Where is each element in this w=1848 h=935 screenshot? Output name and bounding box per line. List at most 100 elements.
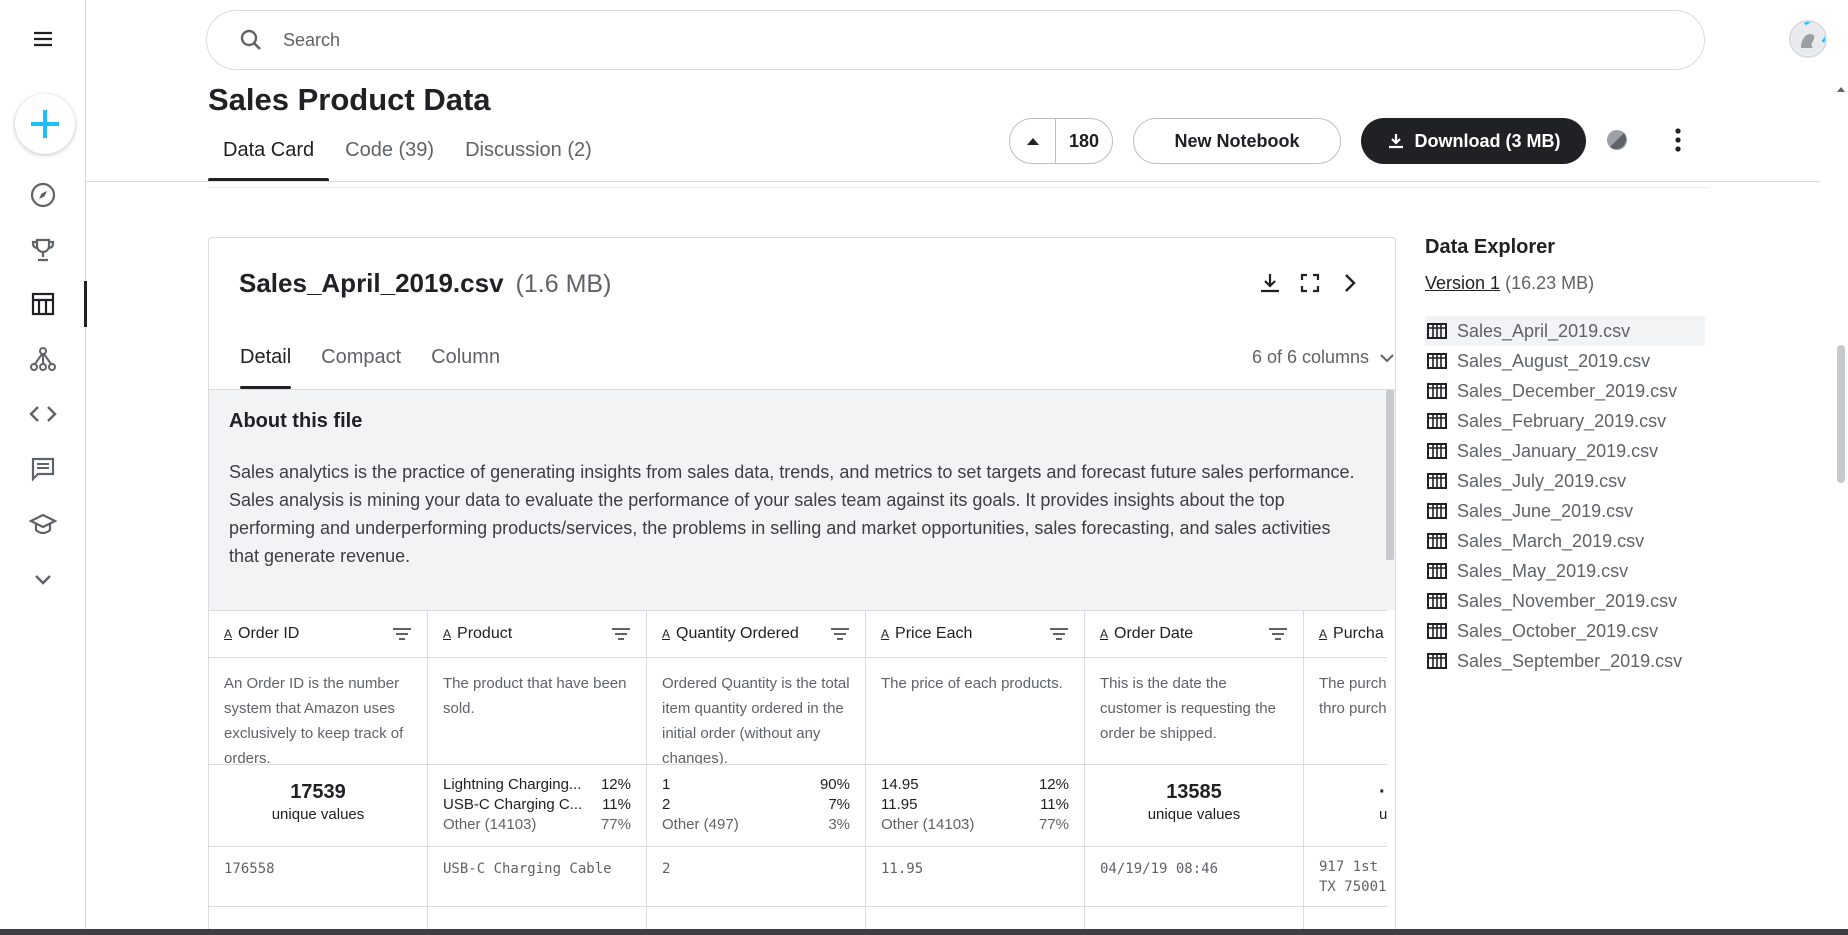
column-product: A Product The product that have been sol… [428,610,647,935]
string-type-icon: A [662,627,671,641]
theme-toggle-button[interactable] [1597,120,1637,160]
tab-discussion[interactable]: Discussion (2) [450,133,607,180]
file-list-item[interactable]: Sales_August_2019.csv [1425,346,1705,376]
column-description: The purch prepared often thro purchasin [1304,658,1387,765]
file-list: Sales_April_2019.csv Sales_August_2019.cs… [1425,316,1705,676]
upvote-count: 180 [1068,130,1100,151]
file-list-item[interactable]: Sales_February_2019.csv [1425,406,1705,436]
file-list-item[interactable]: Sales_June_2019.csv [1425,496,1705,526]
cell-line: 917 1st [1319,859,1379,875]
file-list-item[interactable]: Sales_December_2019.csv [1425,376,1705,406]
about-scrollbar-thumb[interactable] [1386,390,1394,560]
nav-code[interactable] [0,391,86,437]
search-bar[interactable] [206,10,1705,70]
file-list-item-label: Sales_October_2019.csv [1457,620,1659,641]
column-header[interactable]: A Order ID [209,610,427,658]
column-stats: · uni [1304,765,1387,847]
file-list-item[interactable]: Sales_July_2019.csv [1425,466,1705,496]
scroll-up-arrow-icon[interactable] [1834,84,1848,94]
file-list-item-label: Sales_March_2019.csv [1457,530,1645,551]
dist-value: 3% [828,816,850,833]
data-explorer: Data Explorer Version 1 (16.23 MB) Sales… [1425,236,1705,676]
sort-icon[interactable] [830,627,850,641]
column-description: An Order ID is the number system that Am… [209,658,427,765]
avatar-image-icon [1792,23,1824,55]
dist-value: 12% [600,776,631,793]
file-list-item-label: Sales_June_2019.csv [1457,500,1634,521]
file-list-item[interactable]: Sales_November_2019.csv [1425,586,1705,616]
file-list-item[interactable]: Sales_September_2019.csv [1425,646,1705,676]
column-name: Purcha [1333,625,1384,642]
column-header[interactable]: A Product [428,610,646,658]
nav-models[interactable] [0,336,86,382]
page-scrollbar[interactable] [1834,80,1848,925]
tab-detail[interactable]: Detail [225,346,306,389]
trophy-icon [31,238,55,262]
sort-icon[interactable] [392,627,412,641]
column-header[interactable]: A Price Each [866,610,1084,658]
tab-compact[interactable]: Compact [306,346,416,389]
unique-label: uni [1379,806,1387,823]
nav-learn[interactable] [0,502,86,548]
column-count: 6 of 6 columns [1251,347,1369,367]
about-text: Sales analytics is the practice of gener… [229,462,1355,566]
create-button[interactable] [15,94,75,154]
file-heading: Sales_April_2019.csv (1.6 MB) [239,268,611,299]
table-cell: 176558 [209,847,427,907]
csv-table-icon [1427,533,1447,549]
sort-icon[interactable] [611,627,631,641]
file-list-item[interactable]: Sales_March_2019.csv [1425,526,1705,556]
avatar[interactable] [1789,20,1827,58]
dist-key: Other (14103) [443,816,537,833]
file-list-item[interactable]: Sales_May_2019.csv [1425,556,1705,586]
page-scrollbar-thumb[interactable] [1837,345,1845,483]
dist-row: 14.95 12% [881,775,1069,795]
about-scrollbar[interactable] [1385,390,1395,610]
code-icon [29,406,57,422]
collapse-panel-button[interactable] [1335,268,1365,298]
column-description: Ordered Quantity is the total item quant… [647,658,865,765]
dist-row: 2 7% [662,795,850,815]
sort-icon[interactable] [1268,627,1288,641]
left-navigation-rail [0,0,87,935]
column-description: The price of each products. [866,658,1084,765]
fullscreen-button[interactable] [1295,268,1325,298]
nav-home[interactable] [0,172,86,218]
file-list-item-label: Sales_January_2019.csv [1457,440,1659,461]
dist-key: 14.95 [881,776,919,793]
dist-value: 77% [1038,816,1069,833]
sort-icon[interactable] [1049,627,1069,641]
file-list-item[interactable]: Sales_April_2019.csv [1425,316,1705,346]
tab-code[interactable]: Code (39) [330,133,449,180]
column-header[interactable]: A Purcha [1304,610,1387,658]
download-button[interactable]: Download (3 MB) [1361,118,1586,164]
tab-data-card[interactable]: Data Card [208,133,330,182]
nav-competitions[interactable] [0,227,86,273]
column-selector[interactable]: 6 of 6 columns [1252,347,1395,368]
about-file-section: About this file Sales analytics is the p… [209,390,1387,610]
file-list-item[interactable]: Sales_October_2019.csv [1425,616,1705,646]
nav-datasets[interactable] [0,281,87,327]
dist-row: 11.95 11% [881,795,1069,815]
file-download-button[interactable] [1255,268,1285,298]
nav-discussions[interactable] [0,446,86,492]
dist-row: Other (14103) 77% [881,815,1069,835]
column-stats: 13585 unique values [1085,765,1303,847]
search-icon [240,29,261,50]
nav-more[interactable] [0,556,86,602]
unique-count: 17539 [290,781,346,803]
column-header[interactable]: A Order Date [1085,610,1303,658]
new-notebook-button[interactable]: New Notebook [1133,118,1341,164]
upvote-control: 180 [1009,118,1113,164]
file-list-item[interactable]: Sales_January_2019.csv [1425,436,1705,466]
version-link[interactable]: Version 1 [1425,273,1500,293]
menu-button[interactable] [0,16,86,62]
upvote-button[interactable] [1010,119,1056,163]
more-options-button[interactable] [1658,120,1698,160]
csv-table-icon [1427,653,1447,669]
tab-column[interactable]: Column [416,346,515,389]
column-header[interactable]: A Quantity Ordered [647,610,865,658]
unique-label: unique values [1147,806,1241,823]
search-input[interactable] [283,29,1583,51]
dist-value: 90% [819,776,850,793]
